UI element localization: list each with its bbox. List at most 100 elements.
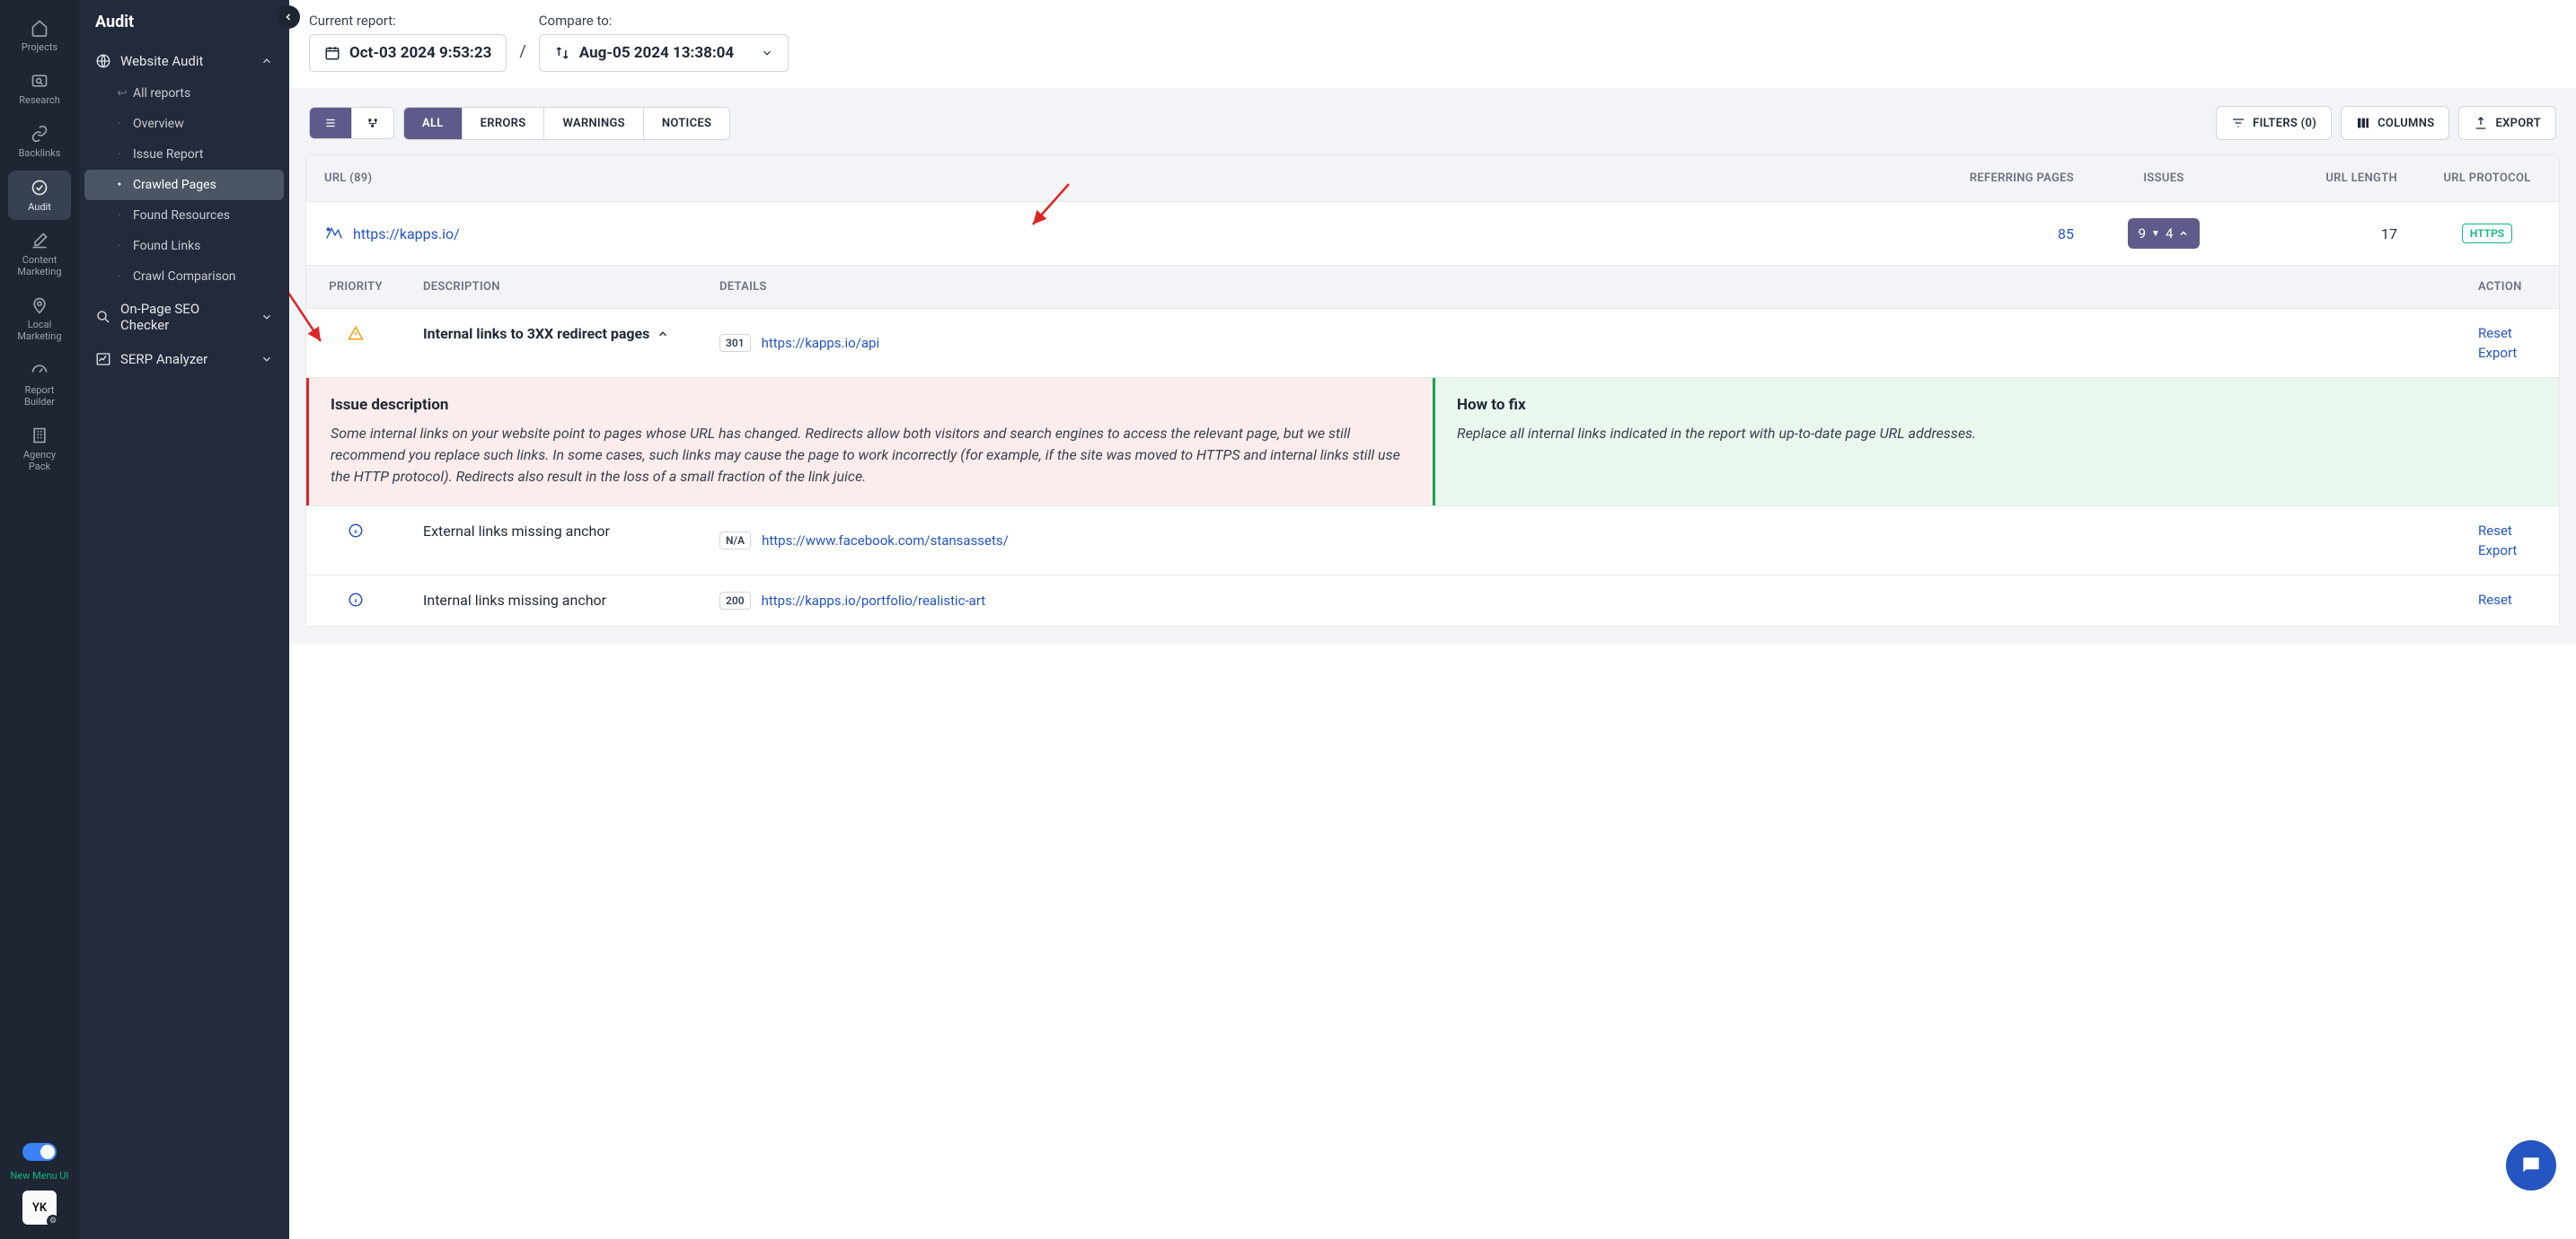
chevron-up-icon bbox=[2178, 228, 2189, 239]
issue-subtable-header: PRIORITY DESCRIPTION DETAILS ACTION bbox=[306, 266, 2559, 309]
back-arrow-icon: ↩ bbox=[117, 86, 122, 101]
how-to-fix-body: Replace all internal links indicated in … bbox=[1457, 423, 2537, 444]
sidebar-section-serp-analyzer[interactable]: SERP Analyzer bbox=[79, 342, 289, 376]
th-priority: PRIORITY bbox=[306, 266, 405, 308]
tab-notices[interactable]: NOTICES bbox=[643, 108, 729, 139]
export-button[interactable]: EXPORT bbox=[2458, 106, 2556, 140]
warning-icon bbox=[348, 325, 364, 361]
tab-all[interactable]: ALL bbox=[404, 108, 462, 139]
sidebar-item-overview[interactable]: · Overview bbox=[79, 109, 289, 139]
sidebar-item-found-links[interactable]: · Found Links bbox=[79, 231, 289, 261]
new-menu-label: New Menu UI bbox=[10, 1170, 68, 1182]
new-menu-toggle[interactable] bbox=[22, 1143, 57, 1161]
sidebar-item-crawl-comparison[interactable]: · Crawl Comparison bbox=[79, 261, 289, 292]
nav-label: Content Marketing bbox=[12, 254, 67, 277]
th-referring-pages[interactable]: REFERRING PAGES bbox=[1939, 155, 2092, 201]
view-mode-group bbox=[309, 107, 394, 139]
details-link[interactable]: https://kapps.io/portfolio/realistic-art bbox=[762, 593, 986, 609]
bullet-icon: · bbox=[117, 117, 122, 131]
filters-button[interactable]: FILTERS (0) bbox=[2216, 106, 2332, 140]
bullet-icon: • bbox=[117, 178, 122, 192]
export-action[interactable]: Export bbox=[2478, 542, 2541, 558]
reset-action[interactable]: Reset bbox=[2478, 325, 2541, 341]
sidebar: Audit Website Audit ↩ All reports · Over… bbox=[79, 0, 289, 1239]
nav-label: Agency Pack bbox=[12, 449, 67, 472]
issues-pill[interactable]: 9 ▼ 4 bbox=[2128, 218, 2201, 249]
reset-action[interactable]: Reset bbox=[2478, 523, 2541, 539]
list-view-button[interactable] bbox=[310, 108, 351, 138]
current-report-selector[interactable]: Oct-03 2024 9:53:23 bbox=[309, 34, 507, 72]
sidebar-item-found-resources[interactable]: · Found Resources bbox=[79, 200, 289, 231]
sidebar-item-crawled-pages[interactable]: • Crawled Pages bbox=[84, 170, 284, 200]
th-url-length[interactable]: URL LENGTH bbox=[2236, 155, 2415, 201]
th-url-protocol[interactable]: URL PROTOCOL bbox=[2415, 155, 2559, 201]
nav-content-marketing[interactable]: Content Marketing bbox=[8, 224, 71, 285]
home-icon bbox=[30, 18, 49, 38]
nav-agency-pack[interactable]: Agency Pack bbox=[8, 418, 71, 479]
columns-label: COLUMNS bbox=[2378, 117, 2434, 130]
nav-report-builder[interactable]: Report Builder bbox=[8, 354, 71, 415]
bullet-icon: · bbox=[117, 208, 122, 223]
crawled-pages-table: URL (89) REFERRING PAGES ISSUES URL LENG… bbox=[305, 154, 2560, 627]
url-link[interactable]: https://kapps.io/ bbox=[353, 225, 460, 242]
current-report-label: Current report: bbox=[309, 13, 507, 29]
details-link[interactable]: https://www.facebook.com/stansassets/ bbox=[762, 532, 1009, 549]
sidebar-item-all-reports[interactable]: ↩ All reports bbox=[79, 78, 289, 109]
chart-icon bbox=[95, 351, 111, 367]
issue-description[interactable]: External links missing anchor bbox=[423, 523, 684, 540]
compare-field: Compare to: Aug-05 2024 13:38:04 bbox=[539, 13, 789, 72]
compare-value: Aug-05 2024 13:38:04 bbox=[579, 44, 734, 62]
chevron-down-icon bbox=[260, 311, 273, 323]
sidebar-section-label: On-Page SEO Checker bbox=[120, 301, 237, 333]
th-issues[interactable]: ISSUES bbox=[2092, 155, 2236, 201]
issue-description-panel: Issue description Some internal links on… bbox=[306, 378, 1433, 505]
site-icon bbox=[324, 224, 344, 243]
current-report-value: Oct-03 2024 9:53:23 bbox=[349, 44, 491, 62]
nav-local-marketing[interactable]: Local Marketing bbox=[8, 288, 71, 349]
sidebar-section-website-audit[interactable]: Website Audit bbox=[79, 44, 289, 78]
issues-down: 4 bbox=[2166, 225, 2173, 242]
export-action[interactable]: Export bbox=[2478, 345, 2541, 361]
sidebar-section-label: SERP Analyzer bbox=[120, 351, 207, 367]
main-content: Current report: Oct-03 2024 9:53:23 / Co… bbox=[289, 0, 2576, 1239]
chevron-up-icon bbox=[260, 55, 273, 67]
reset-action[interactable]: Reset bbox=[2478, 592, 2541, 608]
sidebar-item-label: Overview bbox=[133, 117, 184, 131]
gauge-icon bbox=[30, 361, 49, 381]
nav-projects[interactable]: Projects bbox=[8, 11, 71, 60]
sidebar-item-label: Crawled Pages bbox=[133, 178, 216, 192]
columns-button[interactable]: COLUMNS bbox=[2341, 106, 2449, 140]
table-row[interactable]: https://kapps.io/ 85 9 ▼ 4 17 HTTPS bbox=[306, 202, 2559, 266]
issue-description[interactable]: Internal links missing anchor bbox=[423, 592, 684, 609]
nav-label: Research bbox=[19, 94, 60, 106]
tree-view-button[interactable] bbox=[351, 108, 393, 138]
tab-warnings[interactable]: WARNINGS bbox=[543, 108, 642, 139]
compare-selector[interactable]: Aug-05 2024 13:38:04 bbox=[539, 34, 789, 72]
sidebar-section-onpage-seo[interactable]: On-Page SEO Checker bbox=[79, 292, 289, 342]
how-to-fix-panel: How to fix Replace all internal links in… bbox=[1433, 378, 2559, 505]
th-url[interactable]: URL (89) bbox=[306, 155, 1939, 201]
chevron-up-icon bbox=[657, 328, 669, 340]
toolbar: ALL ERRORS WARNINGS NOTICES FILTERS (0) … bbox=[305, 106, 2560, 154]
sidebar-item-issue-report[interactable]: · Issue Report bbox=[79, 139, 289, 170]
nav-audit[interactable]: Audit bbox=[8, 171, 71, 220]
issue-description[interactable]: Internal links to 3XX redirect pages bbox=[423, 325, 684, 342]
nav-backlinks[interactable]: Backlinks bbox=[8, 117, 71, 166]
details-link[interactable]: https://kapps.io/api bbox=[762, 335, 880, 351]
th-description: DESCRIPTION bbox=[405, 266, 701, 308]
nav-research[interactable]: Research bbox=[8, 64, 71, 113]
info-icon bbox=[348, 523, 364, 558]
collapse-sidebar-button[interactable] bbox=[277, 5, 300, 29]
swap-icon bbox=[554, 45, 570, 61]
issue-tabs: ALL ERRORS WARNINGS NOTICES bbox=[403, 107, 730, 140]
sidebar-section-label: Website Audit bbox=[120, 53, 203, 69]
issue-desc-text: Internal links to 3XX redirect pages bbox=[423, 325, 649, 342]
building-icon bbox=[30, 426, 49, 445]
avatar[interactable]: YK ⚙ bbox=[22, 1191, 57, 1225]
content-card: ALL ERRORS WARNINGS NOTICES FILTERS (0) … bbox=[289, 88, 2576, 645]
issue-row: Internal links to 3XX redirect pages 301… bbox=[306, 309, 2559, 378]
tab-errors[interactable]: ERRORS bbox=[462, 108, 544, 139]
nav-bottom: New Menu UI YK ⚙ bbox=[10, 1143, 68, 1225]
chat-button[interactable] bbox=[2506, 1140, 2556, 1191]
referring-pages-count[interactable]: 85 bbox=[2058, 225, 2074, 242]
